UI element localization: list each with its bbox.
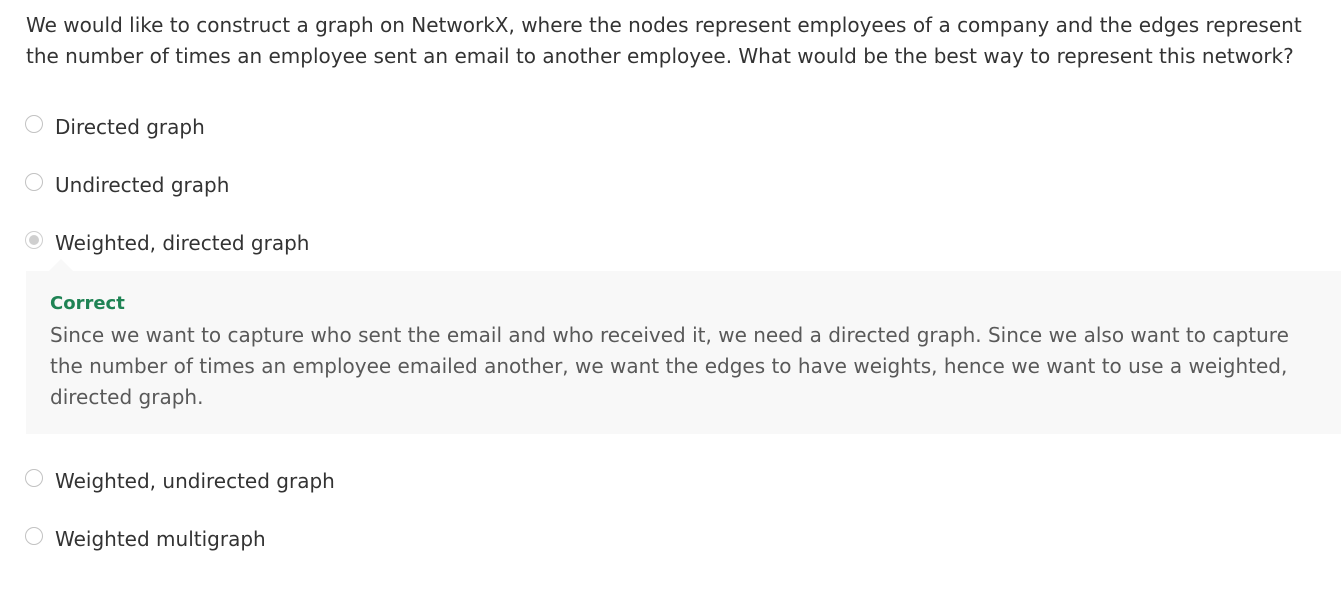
option-weighted-directed-graph[interactable]: Weighted, directed graph bbox=[25, 228, 309, 258]
radio-button[interactable] bbox=[25, 173, 43, 191]
radio-button[interactable] bbox=[25, 115, 43, 133]
option-label: Undirected graph bbox=[55, 173, 230, 197]
radio-button-selected[interactable] bbox=[25, 231, 43, 249]
radio-button[interactable] bbox=[25, 469, 43, 487]
feedback-status: Correct bbox=[50, 293, 125, 314]
question-text: We would like to construct a graph on Ne… bbox=[26, 13, 1302, 68]
feedback-explanation: Since we want to capture who sent the em… bbox=[50, 323, 1289, 409]
option-label: Weighted, directed graph bbox=[55, 231, 310, 255]
option-label: Weighted multigraph bbox=[55, 527, 266, 551]
option-label: Weighted, undirected graph bbox=[55, 469, 335, 493]
option-label: Directed graph bbox=[55, 115, 205, 139]
option-weighted-multigraph[interactable]: Weighted multigraph bbox=[25, 524, 266, 554]
radio-button[interactable] bbox=[25, 527, 43, 545]
quiz-question: We would like to construct a graph on Ne… bbox=[0, 0, 1341, 612]
feedback-box: Correct Since we want to capture who sen… bbox=[26, 271, 1341, 434]
option-weighted-undirected-graph[interactable]: Weighted, undirected graph bbox=[25, 466, 335, 496]
option-undirected-graph[interactable]: Undirected graph bbox=[25, 170, 229, 200]
option-directed-graph[interactable]: Directed graph bbox=[25, 112, 205, 142]
feedback-pointer bbox=[49, 259, 73, 271]
